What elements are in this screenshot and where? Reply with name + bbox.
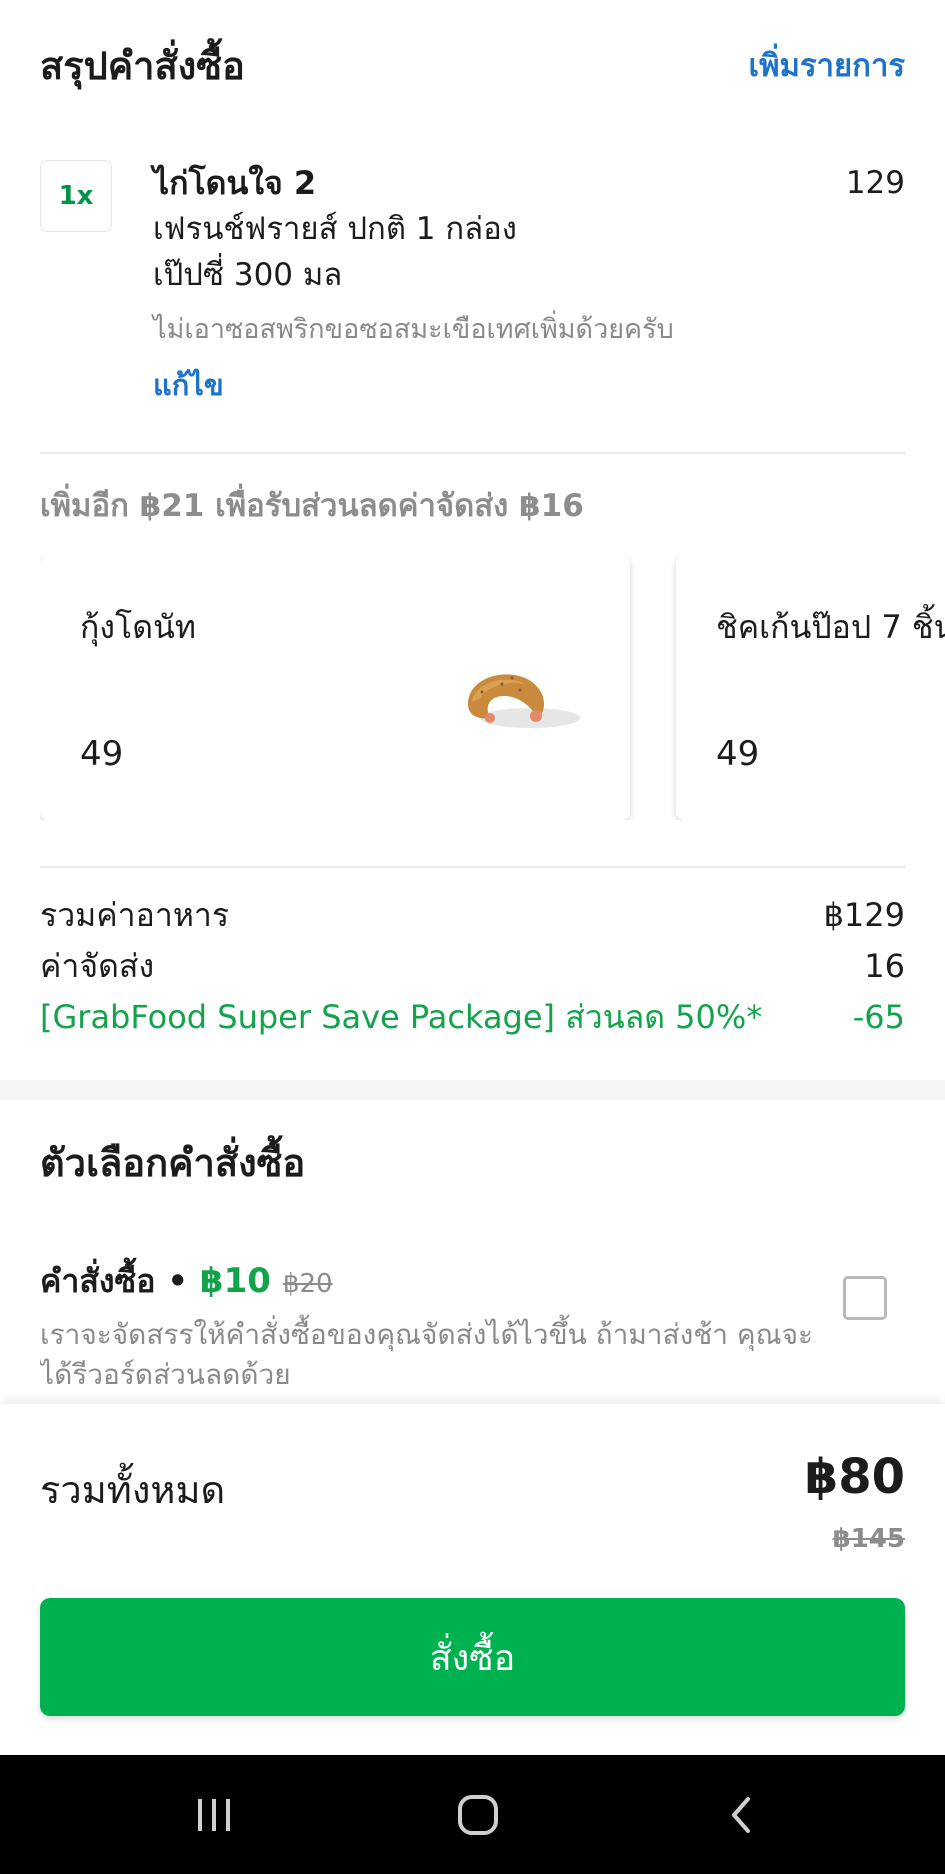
discount-label: [GrabFood Super Save Package] ส่วนลด 50%… [40, 998, 763, 1036]
suggestion-card[interactable]: กุ้งโดนัท 49 [40, 556, 630, 820]
option-old-price: ฿20 [282, 1269, 333, 1299]
total-old-value: ฿145 [832, 1524, 905, 1554]
shrimp-donut-image [468, 674, 580, 728]
suggestion-carousel[interactable]: กุ้งโดนัท 49 ชิคเก้นป๊อป 7 ชิ้น 49 [40, 556, 945, 820]
divider [40, 452, 905, 454]
item-details: ไก่โดนใจ 2 เฟรนช์ฟรายส์ ปกติ 1 กล่อง เป๊… [153, 160, 905, 408]
cart-item: 1x ไก่โดนใจ 2 เฟรนช์ฟรายส์ ปกติ 1 กล่อง … [40, 160, 905, 420]
food-total-value: ฿129 [823, 896, 905, 934]
option-label: คำสั่งซื้อ [40, 1262, 156, 1300]
system-nav-bar [0, 1755, 945, 1874]
delivery-fee-row: ค่าจัดส่ง 16 [40, 941, 905, 992]
total-label: รวมทั้งหมด [40, 1468, 226, 1512]
total-value: ฿80 [804, 1449, 905, 1505]
suggestion-name: กุ้งโดนัท [80, 608, 196, 646]
item-option: เฟรนช์ฟรายส์ ปกติ 1 กล่อง [153, 211, 517, 247]
home-icon[interactable] [418, 1755, 538, 1874]
order-summary-header: สรุปคำสั่งซื้อ เพิ่มรายการ [40, 30, 905, 100]
recent-apps-icon[interactable] [154, 1755, 274, 1874]
food-total-label: รวมค่าอาหาร [40, 896, 230, 934]
bullet: • [167, 1262, 188, 1300]
section-separator [0, 1080, 945, 1100]
order-options-title: ตัวเลือกคำสั่งซื้อ [40, 1141, 306, 1185]
page-title: สรุปคำสั่งซื้อ [40, 43, 245, 88]
option-checkbox[interactable] [843, 1276, 887, 1320]
back-icon[interactable] [682, 1755, 802, 1874]
item-price: 129 [845, 165, 905, 201]
food-total-row: รวมค่าอาหาร ฿129 [40, 890, 905, 941]
priority-order-option[interactable]: คำสั่งซื้อ • ฿10 ฿20 เราจะจัดสรรให้คำสั่… [40, 1256, 905, 1406]
delivery-fee-label: ค่าจัดส่ง [40, 947, 155, 985]
suggestion-card[interactable]: ชิคเก้นป๊อป 7 ชิ้น 49 [676, 556, 945, 820]
discount-row: [GrabFood Super Save Package] ส่วนลด 50%… [40, 992, 905, 1043]
item-quantity[interactable]: 1x [40, 160, 112, 232]
option-price: ฿10 [199, 1261, 271, 1301]
discount-value: -65 [852, 998, 905, 1036]
add-items-link[interactable]: เพิ่มรายการ [748, 40, 905, 90]
item-option: เป๊ปซี่ 300 มล [153, 257, 343, 293]
place-order-button[interactable]: สั่งซื้อ [40, 1598, 905, 1716]
item-note: ไม่เอาซอสพริกขอซอสมะเขือเทศเพิ่มด้วยครับ [153, 314, 674, 345]
delivery-promo-text: เพิ่มอีก ฿21 เพื่อรับส่วนลดค่าจัดส่ง ฿16 [40, 488, 584, 524]
edit-item-link[interactable]: แก้ไข [153, 362, 224, 408]
option-header: คำสั่งซื้อ • ฿10 ฿20 [40, 1256, 905, 1307]
suggestion-price: 49 [80, 734, 124, 774]
delivery-fee-value: 16 [864, 947, 905, 985]
divider [40, 866, 905, 868]
suggestion-price: 49 [716, 734, 760, 774]
option-description: เราจะจัดสรรให้คำสั่งซื้อของคุณจัดส่งได้ไ… [40, 1318, 814, 1391]
suggestion-name: ชิคเก้นป๊อป 7 ชิ้น [716, 608, 945, 646]
item-name: ไก่โดนใจ 2 [153, 164, 317, 202]
price-summary: รวมค่าอาหาร ฿129 ค่าจัดส่ง 16 [GrabFood … [40, 890, 905, 1043]
checkout-panel: รวมทั้งหมด ฿80 ฿145 สั่งซื้อ [0, 1404, 945, 1754]
